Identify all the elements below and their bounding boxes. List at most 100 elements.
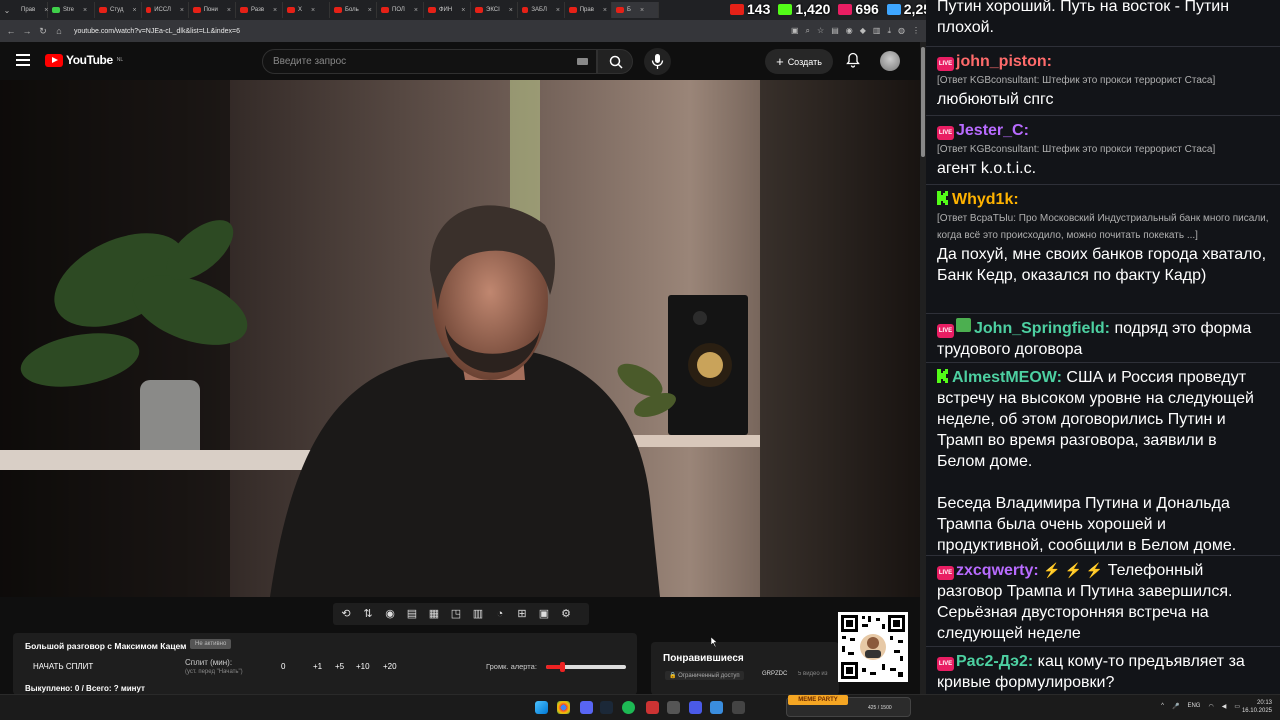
steam-icon[interactable]: [600, 701, 613, 714]
chat-username[interactable]: john_piston:: [956, 53, 1052, 70]
chat-message-line: LIVE zxcqwerty: ⚡ ⚡ ⚡ Телефонный разговор…: [937, 560, 1269, 644]
menu-hamburger-icon[interactable]: [16, 54, 30, 69]
browser-tab[interactable]: ПОЛ ×: [377, 2, 424, 18]
tab-close-icon[interactable]: ×: [509, 7, 513, 14]
tray-mic-icon[interactable]: 🎤: [1172, 703, 1179, 710]
back-icon[interactable]: ←: [6, 26, 16, 36]
browser-tab[interactable]: Боль ×: [330, 2, 377, 18]
avatar[interactable]: [880, 51, 900, 71]
tab-close-icon[interactable]: ×: [368, 7, 372, 14]
add-10-button[interactable]: +10: [356, 662, 370, 671]
create-button[interactable]: + Создать: [765, 49, 833, 74]
alert-volume-knob[interactable]: [560, 662, 565, 672]
page-scrollbar-thumb[interactable]: [921, 47, 925, 157]
loop-icon[interactable]: ⟲: [337, 606, 355, 622]
start-split-button[interactable]: НАЧАТЬ СПЛИТ: [33, 662, 93, 671]
tab-close-icon[interactable]: ×: [311, 7, 315, 14]
tab-close-icon[interactable]: ×: [640, 7, 644, 14]
clip-icon[interactable]: ▦: [425, 606, 443, 622]
speed-icon[interactable]: ◔: [491, 606, 509, 622]
tray-lang[interactable]: ENG: [1187, 703, 1200, 710]
playlist-title[interactable]: Понравившиеся: [663, 653, 744, 664]
tab-close-icon[interactable]: ×: [273, 7, 277, 14]
bookmark-star-icon[interactable]: ☆: [817, 26, 824, 36]
tab-close-icon[interactable]: ×: [83, 7, 87, 14]
browser-tab[interactable]: Х ×: [283, 2, 330, 18]
extension-icon[interactable]: ▤: [831, 26, 839, 36]
split-value[interactable]: 0: [281, 662, 285, 671]
browser-tab[interactable]: Прав ×: [14, 2, 48, 18]
extension-icon[interactable]: ◉: [846, 26, 853, 36]
tray-arrow-icon[interactable]: ^: [1161, 703, 1164, 710]
download-icon[interactable]: ⤓: [887, 26, 891, 36]
search-input[interactable]: Введите запрос: [262, 49, 597, 74]
app-icon[interactable]: [732, 701, 745, 714]
start-windows-icon[interactable]: [535, 701, 548, 714]
add-5-button[interactable]: +5: [335, 662, 344, 671]
screenshot-icon[interactable]: ▣: [535, 606, 553, 622]
app-icon[interactable]: [646, 701, 659, 714]
wifi-icon[interactable]: ◠: [1208, 703, 1213, 710]
notifications-bell-icon[interactable]: [846, 52, 860, 68]
chrome-icon[interactable]: [557, 701, 570, 714]
browser-tab[interactable]: ФИН ×: [424, 2, 471, 18]
tab-close-icon[interactable]: ×: [180, 7, 184, 14]
search-button[interactable]: [597, 49, 633, 74]
playlist-add-icon[interactable]: ⊞: [513, 606, 531, 622]
browser-tab[interactable]: ЗАБЛ ×: [518, 2, 565, 18]
tab-search-icon[interactable]: ⌄: [0, 6, 14, 15]
filmstrip-icon[interactable]: ▥: [469, 606, 487, 622]
tab-close-icon[interactable]: ×: [227, 7, 231, 14]
alert-volume-slider[interactable]: [546, 662, 626, 672]
settings-gear-icon[interactable]: ⚙: [557, 606, 575, 622]
browser-tab[interactable]: Пони ×: [189, 2, 236, 18]
home-icon[interactable]: ⌂: [54, 26, 64, 36]
extension-icon[interactable]: ◆: [860, 26, 866, 36]
chat-username[interactable]: Pac2-Дэ2:: [956, 653, 1033, 670]
app-icon[interactable]: [710, 701, 723, 714]
tab-close-icon[interactable]: ×: [414, 7, 418, 14]
tab-close-icon[interactable]: ×: [556, 7, 560, 14]
chat-username[interactable]: Jester_C:: [956, 122, 1029, 139]
battery-icon[interactable]: ▭: [1234, 703, 1240, 710]
browser-tab[interactable]: Разв ×: [236, 2, 283, 18]
browser-tab[interactable]: Stre ×: [48, 2, 95, 18]
youtube-logo[interactable]: YouTube NL: [45, 53, 123, 67]
chat-username[interactable]: John_Springfield:: [974, 320, 1110, 337]
clock[interactable]: 20:13 16.10.2025: [1242, 699, 1272, 715]
zoom-icon[interactable]: ⌕: [806, 26, 810, 36]
menu-dots-icon[interactable]: ⋮: [912, 26, 920, 36]
browser-tab[interactable]: Б ×: [612, 2, 659, 18]
app-icon[interactable]: [689, 701, 702, 714]
tab-close-icon[interactable]: ×: [461, 7, 465, 14]
profile-icon[interactable]: ◍: [898, 26, 905, 36]
sort-icon[interactable]: ⇅: [359, 606, 377, 622]
subtitles-icon[interactable]: ▤: [403, 606, 421, 622]
reload-icon[interactable]: ↻: [38, 26, 48, 37]
app-icon[interactable]: [667, 701, 680, 714]
miniplayer-icon[interactable]: ◳: [447, 606, 465, 622]
browser-tab[interactable]: ИССЛ ×: [142, 2, 189, 18]
video-player[interactable]: [0, 80, 920, 597]
browser-tab[interactable]: Студ ×: [95, 2, 142, 18]
volume-icon[interactable]: ◀: [1222, 703, 1227, 710]
tab-close-icon[interactable]: ×: [132, 7, 136, 14]
browser-tab[interactable]: ЭКСІ ×: [471, 2, 518, 18]
chat-username[interactable]: zxcqwerty:: [956, 562, 1039, 579]
voice-search-button[interactable]: [644, 48, 671, 75]
chat-username[interactable]: Whyd1k:: [952, 191, 1019, 208]
chat-username[interactable]: AlmestMEOW:: [952, 369, 1062, 386]
browser-tab[interactable]: Прав ×: [565, 2, 612, 18]
discord-icon[interactable]: [580, 701, 593, 714]
audio-icon[interactable]: ◉: [381, 606, 399, 622]
keyboard-icon[interactable]: [577, 58, 588, 65]
extension-icon[interactable]: ▣: [791, 26, 799, 36]
url-field[interactable]: youtube.com/watch?v=NJEa-cL_dlk&list=LL&…: [74, 28, 240, 35]
extensions-puzzle-icon[interactable]: ▥: [873, 26, 881, 36]
spotify-icon[interactable]: [622, 701, 635, 714]
add-20-button[interactable]: +20: [383, 662, 397, 671]
add-1-button[interactable]: +1: [313, 662, 322, 671]
chat-message-line: LIVE Pac2-Дэ2: кац кому-то предъявляет за…: [937, 651, 1269, 693]
forward-icon[interactable]: →: [22, 26, 32, 36]
tab-close-icon[interactable]: ×: [603, 7, 607, 14]
